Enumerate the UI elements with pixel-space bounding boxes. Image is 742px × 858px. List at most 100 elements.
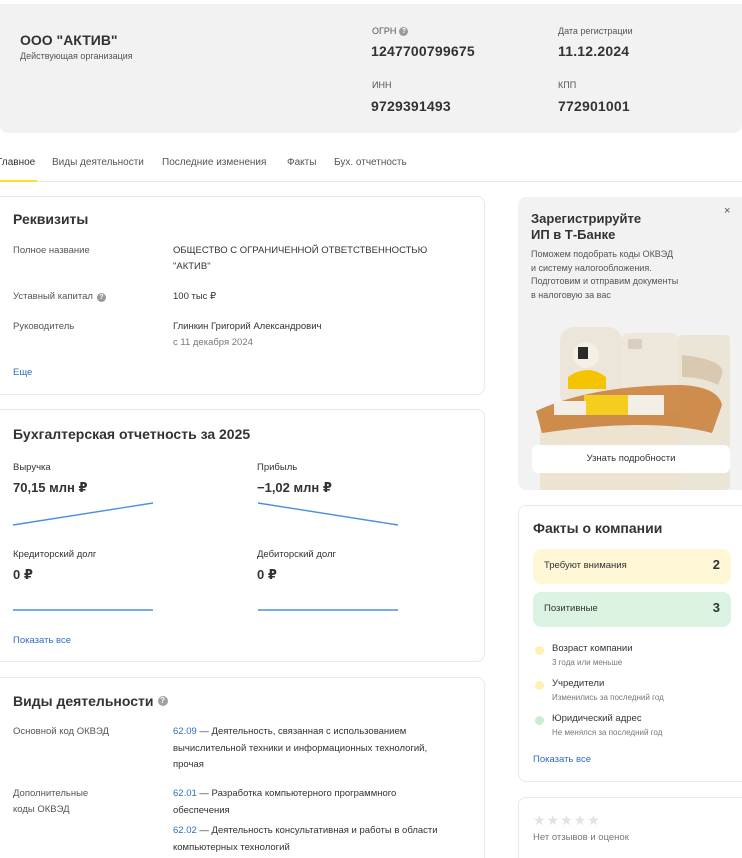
inn-value: 9729391493 bbox=[371, 98, 451, 114]
promo-title: Зарегистрируйте ИП в Т-Банке bbox=[531, 211, 681, 243]
okved-line: 62.09 — Деятельность, связанная с исполь… bbox=[173, 724, 427, 741]
activities-title-text: Виды деятельности bbox=[13, 693, 154, 709]
full-name-label: Полное название bbox=[13, 245, 90, 256]
full-name-line: "АКТИВ" bbox=[173, 261, 211, 272]
reg-date-value: 11.12.2024 bbox=[558, 43, 630, 59]
okved-line: 62.01 — Разработка компьютерного програм… bbox=[173, 786, 396, 803]
tab-accounting[interactable]: Бух. отчетность bbox=[334, 157, 407, 168]
inn-label: ИНН bbox=[372, 80, 392, 90]
head-label: Руководитель bbox=[13, 321, 75, 332]
profit-sparkline bbox=[257, 502, 399, 526]
profit-value: −1,02 млн ₽ bbox=[257, 480, 332, 495]
activities-title: Виды деятельности ? bbox=[13, 693, 168, 709]
positive-label: Позитивные bbox=[544, 603, 598, 614]
revenue-value: 70,15 млн ₽ bbox=[13, 480, 88, 495]
attention-count: 2 bbox=[712, 557, 720, 572]
block-shape bbox=[584, 395, 628, 415]
kpp-value: 772901001 bbox=[558, 98, 630, 114]
chip-shape bbox=[628, 339, 642, 349]
status-dot bbox=[535, 716, 544, 725]
no-reviews-text: Нет отзывов и оценок bbox=[533, 832, 629, 843]
facts-card: Факты о компании Требуют внимания 2 Пози… bbox=[518, 505, 742, 782]
okved-text: компьютерных технологий bbox=[173, 841, 290, 853]
sparkline-line bbox=[12, 502, 154, 526]
fact-item-sub: Изменились за последний год bbox=[552, 693, 664, 702]
requisites-card: Реквизиты Полное название ОБЩЕСТВО С ОГР… bbox=[0, 196, 485, 395]
revenue-sparkline bbox=[12, 502, 154, 526]
okved-code-link[interactable]: 62.09 bbox=[173, 726, 197, 737]
revenue-label: Выручка bbox=[13, 462, 51, 473]
okved-text: — Разработка компьютерного программного bbox=[196, 788, 397, 799]
attention-pill[interactable]: Требуют внимания 2 bbox=[533, 549, 731, 584]
figure-hair-shape bbox=[578, 347, 588, 359]
head-value: Глинкин Григорий Александрович с 11 дека… bbox=[173, 319, 321, 351]
okved-code-link[interactable]: 62.02 bbox=[173, 825, 197, 836]
status-dot bbox=[535, 646, 544, 655]
debtor-sparkline bbox=[258, 609, 398, 611]
reg-date-label: Дата регистрации bbox=[558, 26, 633, 36]
capital-label: Уставный капитал ? bbox=[13, 289, 106, 305]
extra-okved-label: Дополнительные коды ОКВЭД bbox=[13, 786, 88, 818]
creditor-label: Кредиторский долг bbox=[13, 549, 97, 560]
requisites-title: Реквизиты bbox=[13, 211, 89, 227]
okved-text: — Деятельность консультативная и работы … bbox=[196, 825, 438, 836]
close-icon[interactable]: × bbox=[724, 205, 730, 217]
okved-text: обеспечения bbox=[173, 804, 230, 816]
extra-okved-label-line: Дополнительные bbox=[13, 788, 89, 799]
head-since: с 11 декабря 2024 bbox=[173, 337, 253, 348]
creditor-value: 0 ₽ bbox=[13, 567, 33, 582]
fact-item-sub: 3 года или меньше bbox=[552, 658, 623, 667]
block-shape bbox=[628, 395, 664, 415]
sparkline-line bbox=[257, 502, 399, 526]
finance-title: Бухгалтерская отчетность за 2025 bbox=[13, 426, 251, 442]
positive-pill[interactable]: Позитивные 3 bbox=[533, 592, 731, 627]
kpp-label: КПП bbox=[558, 80, 577, 90]
company-name: ООО "АКТИВ" bbox=[20, 32, 118, 48]
promo-banner: Зарегистрируйте ИП в Т-Банке × Поможем п… bbox=[518, 197, 742, 490]
head-name: Глинкин Григорий Александрович bbox=[173, 321, 322, 332]
promo-title-line: ИП в Т-Банке bbox=[531, 227, 616, 242]
promo-text: Поможем подобрать коды ОКВЭД и систему н… bbox=[531, 248, 716, 302]
promo-text-line: в налоговую за вас bbox=[531, 289, 611, 300]
ogrn-label-text: ОГРН bbox=[372, 26, 397, 36]
extra-okved-item: 62.01 — Разработка компьютерного програм… bbox=[173, 786, 396, 819]
facts-title: Факты о компании bbox=[533, 520, 663, 536]
tab-facts[interactable]: Факты bbox=[287, 157, 316, 168]
attention-label: Требуют внимания bbox=[544, 560, 627, 571]
fact-item-title: Возраст компании bbox=[552, 643, 633, 654]
active-tab-indicator bbox=[0, 180, 37, 182]
okved-text: прочая bbox=[173, 759, 204, 770]
tab-recent-changes[interactable]: Последние изменения bbox=[162, 157, 266, 168]
okved-text: — Деятельность, связанная с использовани… bbox=[196, 726, 407, 737]
tab-activities[interactable]: Виды деятельности bbox=[52, 157, 144, 168]
learn-more-button[interactable]: Узнать подробности bbox=[532, 445, 730, 473]
block-shape bbox=[554, 401, 586, 415]
tab-main[interactable]: Главное bbox=[0, 157, 35, 168]
facts-show-all-link[interactable]: Показать все bbox=[533, 754, 591, 765]
positive-count: 3 bbox=[712, 600, 720, 615]
more-link[interactable]: Еще bbox=[13, 367, 32, 378]
okved-code-link[interactable]: 62.01 bbox=[173, 788, 197, 799]
question-icon[interactable]: ? bbox=[157, 696, 168, 706]
company-status: Действующая организация bbox=[20, 51, 133, 61]
question-icon[interactable]: ? bbox=[96, 292, 106, 302]
main-okved-value: 62.09 — Деятельность, связанная с исполь… bbox=[173, 724, 427, 774]
promo-text-line: Поможем подобрать коды ОКВЭД bbox=[531, 249, 674, 259]
debtor-value: 0 ₽ bbox=[257, 567, 277, 582]
promo-text-line: Подготовим и отправим документы bbox=[531, 276, 679, 286]
extra-okved-label-line: коды ОКВЭД bbox=[13, 804, 70, 815]
fact-item-sub: Не менялся за последний год bbox=[552, 728, 663, 737]
okved-text: вычислительной техники и информационных … bbox=[173, 742, 428, 754]
question-icon[interactable]: ? bbox=[399, 26, 409, 36]
reviews-card: ★★★★★ Нет отзывов и оценок bbox=[518, 797, 742, 858]
extra-okved-item: 62.02 — Деятельность консультативная и р… bbox=[173, 823, 438, 856]
rating-stars-icon[interactable]: ★★★★★ bbox=[533, 812, 601, 829]
finance-card: Бухгалтерская отчетность за 2025 Выручка… bbox=[0, 409, 485, 662]
ogrn-value: 1247700799675 bbox=[371, 43, 475, 59]
finance-show-all-link[interactable]: Показать все bbox=[13, 635, 71, 646]
fact-item-title: Учредители bbox=[552, 678, 605, 689]
company-header: ООО "АКТИВ" Действующая организация ОГРН… bbox=[0, 4, 742, 133]
profit-label: Прибыль bbox=[257, 462, 298, 473]
capital-value: 100 тыс ₽ bbox=[173, 291, 217, 302]
full-name-value: ОБЩЕСТВО С ОГРАНИЧЕННОЙ ОТВЕТСТВЕННОСТЬЮ… bbox=[173, 243, 427, 275]
